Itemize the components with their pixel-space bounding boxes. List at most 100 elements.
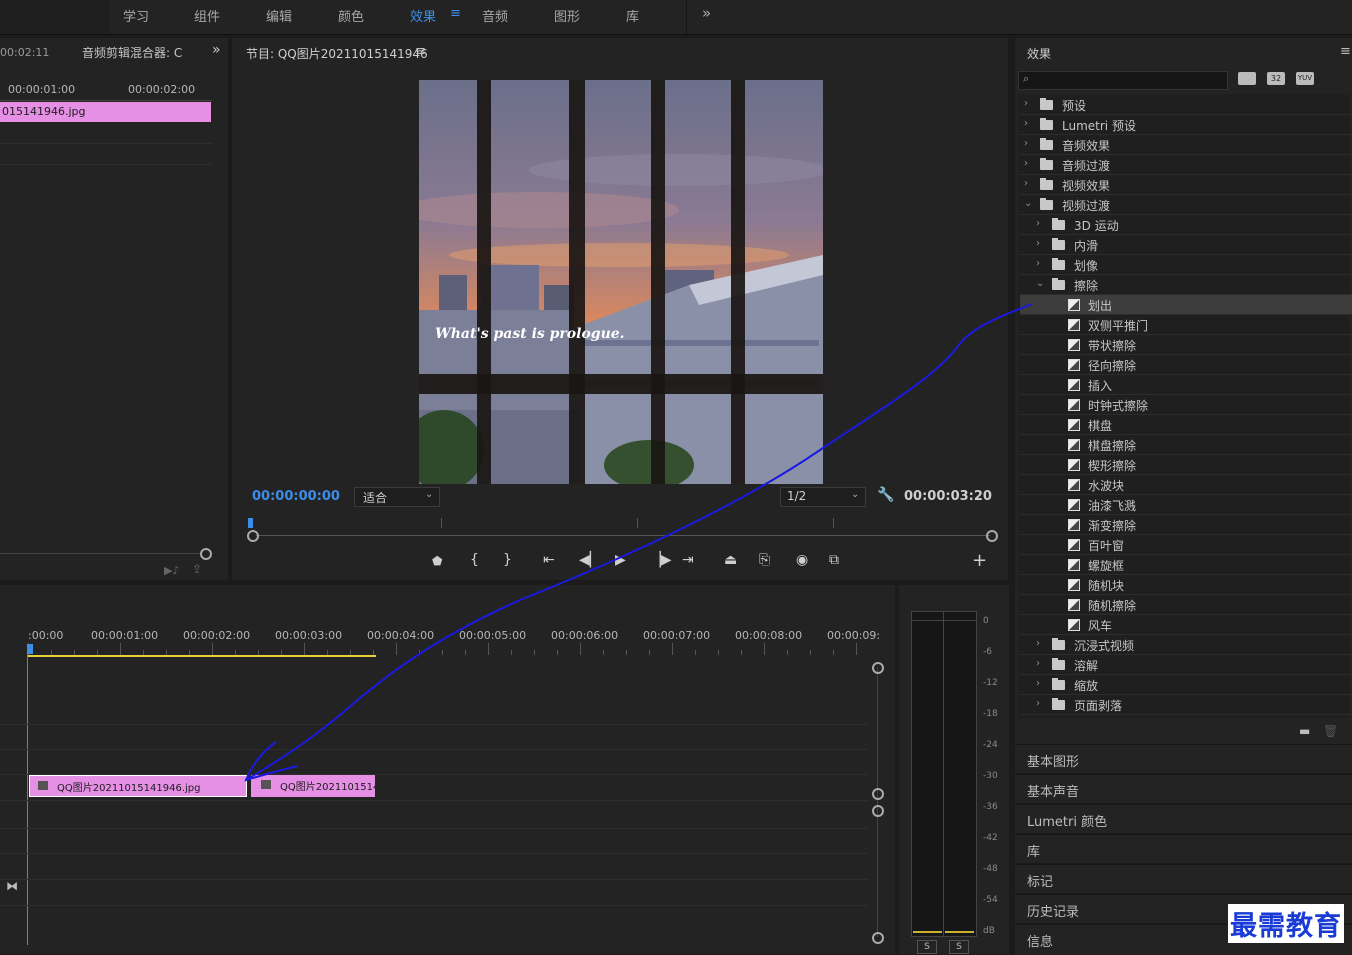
panel-lumetri-color[interactable]: Lumetri 颜色	[1015, 804, 1352, 833]
effects-tree-item[interactable]: › 3D 运动	[1020, 215, 1352, 235]
workspace-tab-audio[interactable]: 音频	[482, 6, 508, 25]
lift-icon[interactable]: ⏏	[724, 552, 737, 568]
chevron-right-icon[interactable]: ›	[1024, 178, 1028, 189]
go-to-in-icon[interactable]: ⇤	[543, 552, 555, 568]
wrench-icon[interactable]: 🔧	[877, 487, 894, 503]
playhead-timecode[interactable]: 00:00:00:00	[252, 489, 340, 504]
source-scrollbar[interactable]	[0, 553, 200, 554]
chevron-right-icon[interactable]: ›	[1036, 658, 1040, 669]
effects-tree-item[interactable]: 棋盘擦除	[1020, 435, 1352, 455]
effects-tree-item[interactable]: 带状擦除	[1020, 335, 1352, 355]
scroll-handle[interactable]	[200, 548, 212, 560]
timeline-clip-1[interactable]: QQ图片20211015141946.jpg	[29, 775, 247, 797]
audio-export-icon[interactable]: ▶♪	[164, 564, 179, 577]
trash-icon[interactable]: 🗑	[1323, 724, 1338, 738]
scroll-handle[interactable]	[872, 662, 884, 674]
effects-tree-item[interactable]: › 预设	[1020, 95, 1352, 115]
workspace-menu-icon[interactable]: ≡	[450, 6, 461, 21]
panel-menu-icon[interactable]: ≡	[415, 44, 426, 59]
add-marker-icon[interactable]: ⬟	[432, 554, 442, 568]
accelerated-effects-icon[interactable]	[1238, 72, 1256, 85]
effects-tree-item[interactable]: 百叶窗	[1020, 535, 1352, 555]
workspace-tab-graphics[interactable]: 图形	[554, 6, 580, 25]
effects-tree-item[interactable]: 插入	[1020, 375, 1352, 395]
panel-markers[interactable]: 标记	[1015, 864, 1352, 893]
track-zoom-icon[interactable]: ⧓	[6, 879, 18, 893]
scroll-handle-right[interactable]	[986, 530, 998, 542]
camera-icon[interactable]: ◉	[796, 552, 808, 568]
add-button-icon[interactable]: +	[972, 550, 987, 571]
workspace-tab-editing[interactable]: 编辑	[266, 6, 292, 25]
effects-tree-item[interactable]: 棋盘	[1020, 415, 1352, 435]
workspace-tab-learn[interactable]: 学习	[123, 6, 149, 25]
effects-tree-item[interactable]: › Lumetri 预设	[1020, 115, 1352, 135]
chevron-down-icon[interactable]: ⌄	[1024, 198, 1032, 209]
mark-out-icon[interactable]: }	[503, 552, 512, 568]
chevron-right-icon[interactable]: ›	[1036, 698, 1040, 709]
source-clip[interactable]: 015141946.jpg	[0, 102, 211, 122]
effects-tree-item[interactable]: 螺旋框	[1020, 555, 1352, 575]
scroll-handle[interactable]	[872, 932, 884, 944]
effects-tree-item[interactable]: › 音频过渡	[1020, 155, 1352, 175]
effects-tree-item[interactable]: › 缩放	[1020, 675, 1352, 695]
panel-essential-graphics[interactable]: 基本图形	[1015, 744, 1352, 773]
new-bin-icon[interactable]: ▬	[1299, 724, 1310, 738]
chevron-right-icon[interactable]: ›	[1024, 98, 1028, 109]
yuv-effects-icon[interactable]: YUV	[1296, 72, 1314, 85]
monitor-scrollbar[interactable]	[256, 535, 990, 536]
panel-essential-sound[interactable]: 基本声音	[1015, 774, 1352, 803]
chevron-right-icon[interactable]: ›	[1036, 238, 1040, 249]
effects-tree-item[interactable]: 风车	[1020, 615, 1352, 635]
panel-title[interactable]: 音频剪辑混合器: C	[82, 44, 182, 61]
effects-tree-item[interactable]: 双侧平推门	[1020, 315, 1352, 335]
step-forward-icon[interactable]: ▕▶	[650, 552, 672, 568]
workspace-tab-effects[interactable]: 效果	[410, 6, 436, 25]
effects-tree-item[interactable]: 楔形擦除	[1020, 455, 1352, 475]
chevron-right-icon[interactable]: ›	[1036, 678, 1040, 689]
effects-panel-title[interactable]: 效果	[1027, 45, 1051, 62]
effects-tree-item[interactable]: 划出	[1020, 295, 1352, 315]
step-back-icon[interactable]: ◀▏	[579, 552, 601, 568]
effects-tree-item[interactable]: › 视频效果	[1020, 175, 1352, 195]
effects-tree-item[interactable]: 水波块	[1020, 475, 1352, 495]
fit-select[interactable]: 适合 ⌄	[354, 487, 440, 507]
timeline-ruler[interactable]: :00:00 00:00:01:00 00:00:02:00 00:00:03:00 0…	[0, 625, 880, 655]
chevron-right-icon[interactable]: ›	[1024, 118, 1028, 129]
workspace-overflow-icon[interactable]: »	[702, 4, 711, 22]
effects-tree-item[interactable]: › 页面剥落	[1020, 695, 1352, 715]
effects-tree-item[interactable]: 径向擦除	[1020, 355, 1352, 375]
extract-icon[interactable]: ⎘	[759, 552, 770, 568]
panel-overflow-icon[interactable]: »	[212, 42, 221, 58]
solo-right-button[interactable]: S	[949, 940, 969, 954]
go-to-out-icon[interactable]: ⇥	[682, 552, 694, 568]
scroll-handle[interactable]	[872, 788, 884, 800]
chevron-right-icon[interactable]: ›	[1024, 138, 1028, 149]
effects-tree-item[interactable]: ⌄ 擦除	[1020, 275, 1352, 295]
workspace-tab-libraries[interactable]: 库	[626, 6, 639, 25]
chevron-down-icon[interactable]: ⌄	[1036, 278, 1044, 289]
effects-tree-item[interactable]: 随机块	[1020, 575, 1352, 595]
video-frame[interactable]: What's past is prologue.	[419, 80, 823, 484]
effects-search-input[interactable]: ⌕	[1018, 71, 1228, 90]
compare-view-icon[interactable]: ⧉	[829, 552, 839, 568]
panel-libraries[interactable]: 库	[1015, 834, 1352, 863]
32bit-effects-icon[interactable]: 32	[1267, 72, 1285, 85]
effects-tree-item[interactable]: › 溶解	[1020, 655, 1352, 675]
timeline-vertical-scrollbar[interactable]	[877, 667, 878, 937]
work-area-bar[interactable]	[27, 655, 376, 657]
effects-tree-item[interactable]: 随机擦除	[1020, 595, 1352, 615]
mark-in-icon[interactable]: {	[470, 552, 479, 568]
monitor-ruler[interactable]	[248, 516, 994, 528]
effects-tree-item[interactable]: › 沉浸式视频	[1020, 635, 1352, 655]
chevron-right-icon[interactable]: ›	[1024, 158, 1028, 169]
share-icon[interactable]: ⇪	[192, 562, 202, 576]
effects-tree-item[interactable]: 油漆飞溅	[1020, 495, 1352, 515]
chevron-right-icon[interactable]: ›	[1036, 638, 1040, 649]
playhead-marker[interactable]	[248, 518, 253, 528]
effects-tree-item[interactable]: › 内滑	[1020, 235, 1352, 255]
resolution-select[interactable]: 1/2 ⌄	[780, 487, 866, 507]
program-title[interactable]: 节目: QQ图片20211015141946	[246, 45, 428, 62]
scroll-handle[interactable]	[872, 805, 884, 817]
effects-tree-item[interactable]: › 划像	[1020, 255, 1352, 275]
workspace-tab-assembly[interactable]: 组件	[194, 6, 220, 25]
